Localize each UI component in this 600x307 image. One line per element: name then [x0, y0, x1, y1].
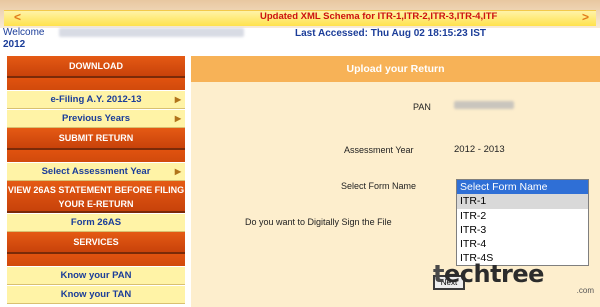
redacted-user-name	[59, 28, 244, 37]
sidebar-item-select-year[interactable]: Select Assessment Year ▶	[7, 162, 185, 181]
form-option-select[interactable]: Select Form Name	[457, 180, 588, 195]
pan-label: PAN	[413, 102, 431, 112]
sidebar-item-label: Select Assessment Year	[41, 166, 151, 177]
sidebar-heading-submit-return[interactable]: SUBMIT RETURN	[7, 128, 185, 150]
sidebar-item-know-pan[interactable]: Know your PAN	[7, 266, 185, 285]
ticker-next-arrow-icon[interactable]: >	[582, 9, 589, 25]
select-form-label: Select Form Name	[341, 181, 417, 191]
redacted-pan-value	[454, 101, 514, 109]
form-option-itr3[interactable]: ITR-3	[457, 223, 588, 237]
sidebar-item-know-tan[interactable]: Know your TAN	[7, 285, 185, 304]
sidebar-divider	[7, 150, 185, 162]
sidebar-item-label: Know your PAN	[60, 270, 132, 281]
welcome-year: 2012	[3, 39, 26, 50]
sidebar-heading-view-26as[interactable]: VIEW 26AS STATEMENT BEFORE FILING YOUR E…	[7, 181, 185, 213]
assessment-year-value: 2012 - 2013	[454, 144, 505, 155]
watermark-domain: .com	[576, 286, 594, 295]
sidebar-item-label: Form 26AS	[70, 217, 122, 228]
sidebar-item-label: Previous Years	[62, 113, 130, 124]
welcome-label: Welcome	[3, 27, 45, 38]
ticker-headline[interactable]: Updated XML Schema for ITR-1,ITR-2,ITR-3…	[260, 11, 497, 22]
arrow-right-icon: ▶	[174, 167, 181, 176]
sidebar-item-previous-years[interactable]: Previous Years ▶	[7, 109, 185, 128]
welcome-row: Welcome 2012 Last Accessed: Thu Aug 02 1…	[3, 27, 597, 51]
last-accessed-info: Last Accessed: Thu Aug 02 18:15:23 IST	[295, 28, 486, 39]
arrow-right-icon: ▶	[174, 95, 181, 104]
form-option-itr2[interactable]: ITR-2	[457, 209, 588, 223]
watermark-brand: techtree	[433, 260, 544, 288]
news-ticker: < Updated XML Schema for ITR-1,ITR-2,ITR…	[0, 0, 600, 28]
sidebar-item-efiling[interactable]: e-Filing A.Y. 2012-13 ▶	[7, 90, 185, 109]
sidebar-item-label: Know your TAN	[60, 289, 132, 300]
form-name-dropdown[interactable]: Select Form Name ITR-1 ITR-2 ITR-3 ITR-4…	[456, 179, 589, 266]
digital-sign-label: Do you want to Digitally Sign the File	[245, 217, 392, 227]
arrow-right-icon: ▶	[174, 114, 181, 123]
sidebar-divider	[7, 78, 185, 90]
sidebar-item-form-26as[interactable]: Form 26AS	[7, 213, 185, 232]
ticker-prev-arrow-icon[interactable]: <	[14, 9, 21, 25]
sidebar-heading-download[interactable]: DOWNLOAD	[7, 56, 185, 78]
sidebar-heading-services[interactable]: SERVICES	[7, 232, 185, 254]
sidebar-divider	[7, 254, 185, 266]
form-option-itr1[interactable]: ITR-1	[457, 194, 588, 209]
form-option-itr4[interactable]: ITR-4	[457, 237, 588, 251]
sidebar: DOWNLOAD e-Filing A.Y. 2012-13 ▶ Previou…	[7, 56, 185, 307]
assessment-year-label: Assessment Year	[344, 145, 414, 155]
sidebar-item-label: e-Filing A.Y. 2012-13	[50, 94, 142, 105]
panel-title: Upload your Return	[191, 56, 600, 82]
techtree-watermark-logo: techtree .com	[433, 260, 598, 300]
